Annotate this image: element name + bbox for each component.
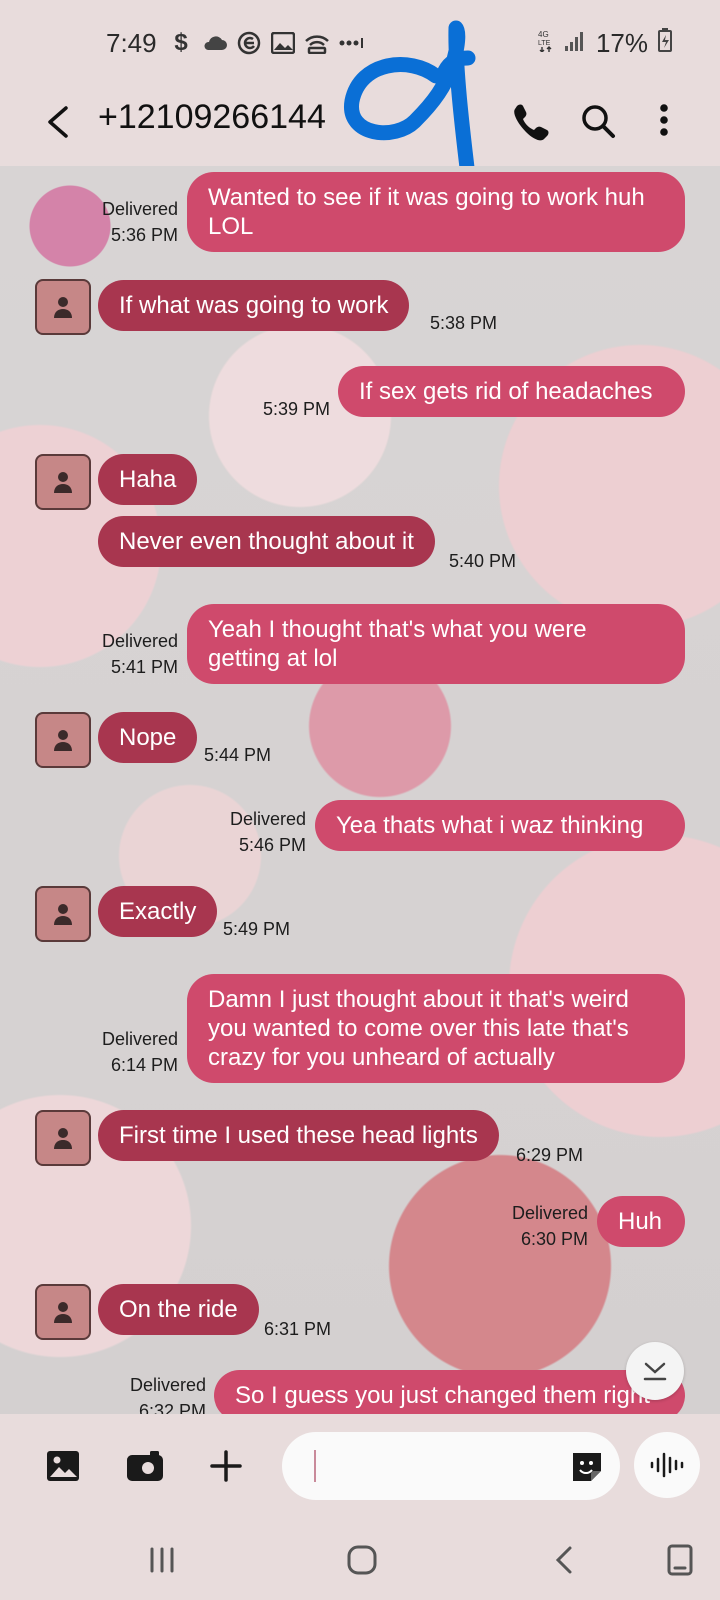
camera-icon	[127, 1451, 163, 1481]
avatar[interactable]	[35, 712, 91, 768]
sent-message[interactable]: So I guess you just changed them right	[214, 1370, 685, 1414]
more-vert-icon	[660, 104, 668, 136]
back-icon	[555, 1546, 572, 1574]
message-meta: Delivered 5:36 PM	[101, 199, 178, 245]
signal-icon	[564, 28, 586, 59]
cloud-icon	[202, 31, 228, 55]
message-time: 6:29 PM	[516, 1145, 584, 1165]
keyboard-button[interactable]	[660, 1540, 700, 1580]
received-message[interactable]: On the ride	[98, 1284, 259, 1335]
sticker-icon	[573, 1453, 601, 1481]
recent-apps-icon	[150, 1547, 174, 1573]
notification-icons: $	[168, 29, 364, 56]
received-message[interactable]: Never even thought about it	[98, 516, 435, 567]
message-field[interactable]	[282, 1432, 620, 1500]
received-message[interactable]: First time I used these head lights	[98, 1110, 499, 1161]
person-icon	[54, 904, 72, 925]
back-button[interactable]	[38, 100, 78, 144]
sent-message[interactable]: Damn I just thought about it that's weir…	[187, 974, 685, 1083]
person-icon	[54, 472, 72, 493]
home-button[interactable]	[342, 1540, 382, 1580]
received-message[interactable]: Haha	[98, 454, 198, 505]
sent-message[interactable]: Huh	[597, 1196, 685, 1247]
contact-title: +12109266144	[98, 98, 326, 136]
person-icon	[54, 730, 72, 751]
voice-icon	[650, 1452, 684, 1478]
person-icon	[54, 1302, 72, 1323]
home-icon	[347, 1545, 377, 1575]
message-time: 5:38 PM	[430, 313, 498, 333]
status-right: 4G LTE 17%	[538, 28, 672, 59]
add-attachment-button[interactable]	[204, 1444, 248, 1488]
message-meta: Delivered 5:46 PM	[229, 809, 306, 855]
sent-message[interactable]: Yeah I thought that's what you were getti…	[187, 604, 685, 684]
message-meta: Delivered 6:32 PM	[129, 1375, 206, 1414]
avatar[interactable]	[35, 886, 91, 942]
message-time: 5:40 PM	[449, 551, 517, 571]
message-time: 5:49 PM	[223, 919, 291, 939]
more-dots-icon	[338, 31, 364, 55]
system-nav-bar	[0, 1518, 720, 1600]
person-icon	[54, 1128, 72, 1149]
hotspot-icon	[304, 31, 330, 55]
status-bar: 7:49 $ 4G LTE 17%	[0, 0, 720, 86]
phone-icon	[514, 104, 549, 141]
scroll-to-bottom-button[interactable]	[626, 1342, 684, 1400]
sent-message[interactable]: Wanted to see if it was going to work hu…	[187, 172, 685, 252]
search-icon	[582, 105, 615, 138]
person-icon	[54, 297, 72, 318]
composer-bar	[0, 1414, 720, 1518]
svg-text:4G: 4G	[538, 30, 549, 39]
4g-lte-icon: 4G LTE	[538, 28, 554, 59]
received-message[interactable]: Nope	[98, 712, 198, 763]
message-time: 6:31 PM	[264, 1319, 332, 1339]
message-input[interactable]	[320, 1448, 550, 1484]
voice-record-button[interactable]	[634, 1432, 700, 1498]
gallery-button[interactable]	[41, 1444, 85, 1488]
recent-apps-button[interactable]	[142, 1540, 182, 1580]
call-button[interactable]	[506, 96, 550, 144]
svg-text:LTE: LTE	[538, 40, 551, 47]
chevron-down-icon	[643, 1362, 667, 1381]
battery-percent: 17%	[595, 28, 648, 58]
search-button[interactable]	[576, 96, 620, 144]
nav-back-button[interactable]	[544, 1540, 584, 1580]
gallery-icon	[270, 31, 296, 55]
avatar[interactable]	[35, 1110, 91, 1166]
message-meta: Delivered 6:30 PM	[511, 1203, 588, 1249]
message-meta: Delivered 6:14 PM	[101, 1029, 178, 1075]
plus-icon	[210, 1450, 242, 1482]
keyboard-icon	[667, 1544, 693, 1576]
message-time: 5:44 PM	[204, 745, 272, 765]
sticker-button[interactable]	[570, 1450, 604, 1484]
conversation-header: +12109266144	[0, 20, 720, 184]
received-message[interactable]: If what was going to work	[98, 280, 410, 331]
avatar[interactable]	[35, 279, 91, 335]
gallery-icon	[47, 1451, 79, 1481]
message-meta: Delivered 5:41 PM	[101, 631, 178, 677]
sent-message[interactable]: Yea thats what i waz thinking	[315, 800, 685, 851]
back-icon	[48, 106, 68, 138]
avatar[interactable]	[35, 454, 91, 510]
e-app-icon	[236, 31, 262, 55]
more-options-button[interactable]	[648, 96, 680, 144]
message-time: 5:39 PM	[262, 399, 330, 419]
received-message[interactable]: Exactly	[98, 886, 218, 937]
text-cursor	[314, 1450, 316, 1482]
battery-icon	[658, 28, 672, 59]
message-list[interactable]: Delivered 5:36 PM Wanted to see if it was…	[0, 166, 720, 1414]
sent-message[interactable]: If sex gets rid of headaches	[338, 366, 685, 417]
camera-button[interactable]	[123, 1444, 167, 1488]
status-time: 7:49	[106, 28, 157, 58]
dollar-icon: $	[174, 29, 188, 56]
avatar[interactable]	[35, 1284, 91, 1340]
